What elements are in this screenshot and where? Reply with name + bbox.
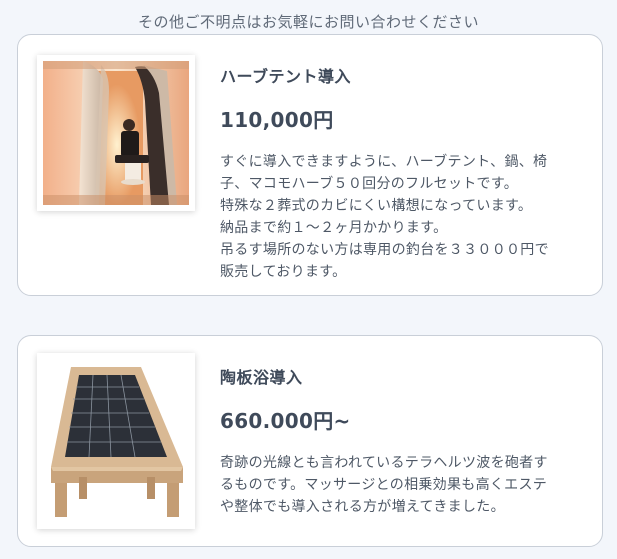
- product-title: ハーブテント導入: [220, 67, 352, 86]
- product-info: ハーブテント導入 110,000円 すぐに導入できますように、ハーブテント、鍋、…: [220, 63, 586, 283]
- herb-tent-photo: [43, 61, 189, 205]
- product-price: 660.000円~: [220, 409, 351, 433]
- product-title: 陶板浴導入: [220, 368, 303, 387]
- page: その他ご不明点はお気軽にお問い合わせください ハーブテント導入 110,000円…: [0, 0, 617, 559]
- product-description: すぐに導入できますように、ハーブテント、鍋、椅 子、マコモハーブ５０回分のフルセ…: [220, 154, 549, 280]
- product-card-ceramic-bath: 陶板浴導入 660.000円~ 奇跡の光線とも言われているテラヘルツ波を砲者す …: [17, 335, 603, 547]
- product-info: 陶板浴導入 660.000円~ 奇跡の光線とも言われているテラヘルツ波を砲者す …: [220, 364, 586, 518]
- product-card-herb-tent: ハーブテント導入 110,000円 すぐに導入できますように、ハーブテント、鍋、…: [17, 34, 603, 296]
- ceramic-bed-photo: [43, 359, 189, 523]
- ceramic-bed-image: [37, 353, 195, 529]
- contact-note: その他ご不明点はお気軽にお問い合わせください: [137, 13, 479, 31]
- herb-tent-image: [37, 55, 195, 211]
- product-description: 奇跡の光線とも言われているテラヘルツ波を砲者す るものです。マッサージとの相乗効…: [220, 455, 548, 515]
- product-price: 110,000円: [220, 108, 334, 132]
